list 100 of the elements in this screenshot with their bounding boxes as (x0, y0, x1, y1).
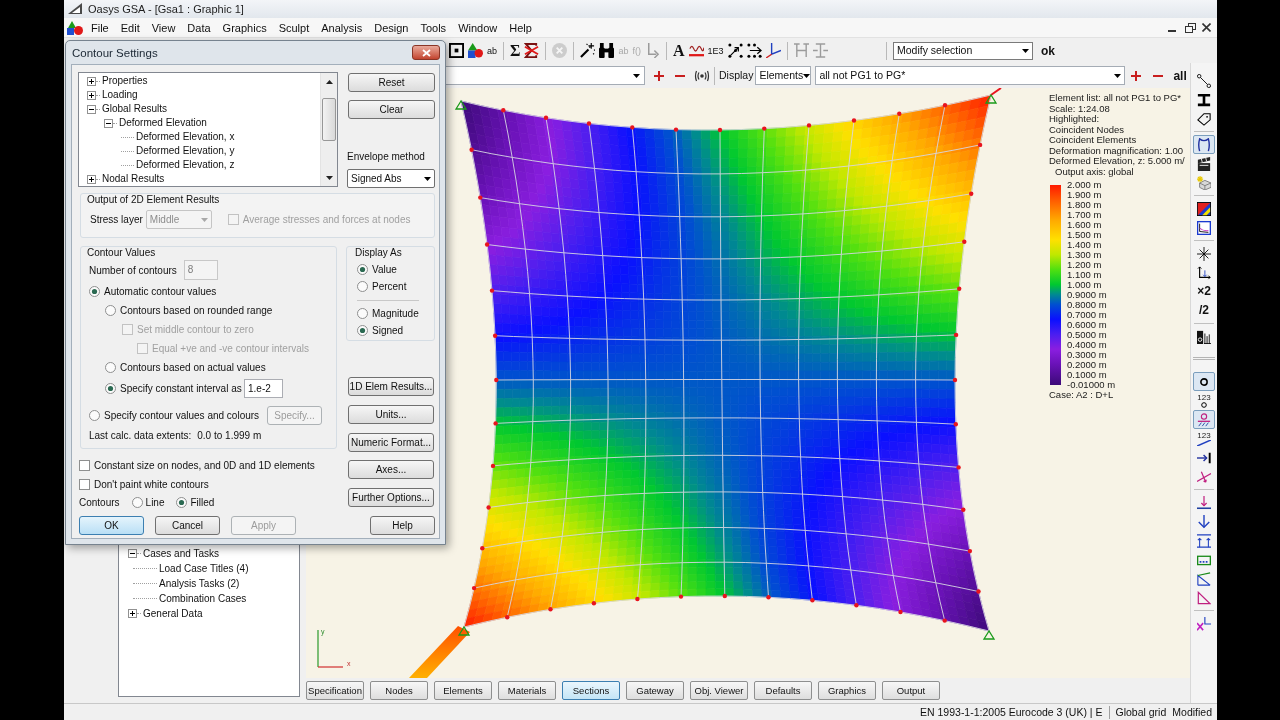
close-button[interactable] (412, 45, 440, 60)
tab[interactable]: Defaults (754, 681, 812, 700)
tree-item[interactable]: General Data (143, 606, 203, 621)
minus-icon[interactable] (675, 74, 685, 77)
plus-icon[interactable] (1131, 70, 1142, 81)
menu-item[interactable]: Graphics (216, 17, 273, 38)
tab[interactable]: Specification (306, 681, 364, 700)
tree-item[interactable]: Combination Cases (159, 591, 247, 606)
units-button[interactable]: Units... (348, 405, 434, 424)
clear-button[interactable]: Clear (348, 100, 435, 119)
tree-item[interactable]: Deformed Elevation, z (136, 158, 235, 172)
tree-item[interactable]: Cases and Tasks (143, 546, 219, 561)
tab[interactable]: Output (882, 681, 940, 700)
collapse-icon[interactable] (104, 118, 113, 128)
menu-item[interactable]: Sculpt (272, 17, 316, 38)
menu-item[interactable]: Help (503, 17, 538, 38)
radio-button[interactable] (105, 362, 116, 373)
menu-item[interactable]: View (145, 17, 182, 38)
toolbar-button[interactable]: 123 (1193, 429, 1215, 448)
radio-button[interactable] (89, 409, 100, 421)
expand-icon[interactable] (87, 76, 96, 86)
tab[interactable]: Materials (498, 681, 556, 700)
toolbar-button[interactable]: A (673, 40, 685, 61)
tree-item[interactable]: Load Case Titles (4) (159, 561, 249, 576)
radio-button[interactable] (131, 497, 143, 508)
help-button[interactable]: Help (370, 516, 435, 535)
elem-results-button[interactable]: 1D Elem Results... (348, 377, 434, 396)
radio-button[interactable] (357, 308, 368, 319)
axes-icon[interactable] (765, 43, 781, 58)
envelope-dropdown[interactable]: Signed Abs (347, 169, 435, 188)
toolbar-button[interactable]: /2 (1193, 301, 1215, 320)
dot-grid-arrow-icon[interactable] (727, 43, 743, 58)
tree-item[interactable]: Deformed Elevation, x (136, 130, 235, 144)
minus-icon[interactable] (1153, 74, 1164, 77)
tab[interactable]: Sections (562, 681, 620, 700)
toolbar-button[interactable]: Σ (510, 40, 521, 61)
expand-icon[interactable] (128, 609, 137, 618)
toolbar-button[interactable] (1193, 372, 1215, 391)
tab[interactable]: Obj. Viewer (690, 681, 748, 700)
dot-grid-arrow-icon[interactable] (746, 43, 762, 58)
tab[interactable]: Elements (434, 681, 492, 700)
list-dropdown[interactable]: all not PG1 to PG* (815, 66, 1126, 85)
radio-button[interactable] (105, 382, 116, 394)
scrollbar-thumb[interactable] (322, 98, 336, 141)
tree-item[interactable]: Nodal Results (102, 172, 165, 186)
close-icon[interactable] (1202, 23, 1211, 32)
tree-item[interactable]: Deformed Elevation (119, 116, 207, 130)
tab[interactable]: Graphics (818, 681, 876, 700)
radio-button[interactable] (89, 286, 100, 297)
tree-item[interactable]: Analysis Tasks (2) (159, 576, 240, 591)
tree-item[interactable]: Global Results (102, 102, 168, 116)
further-options-button[interactable]: Further Options... (348, 488, 434, 507)
ok-button[interactable]: ok (1041, 41, 1055, 60)
scroll-down-icon[interactable] (325, 175, 333, 180)
broadcast-icon[interactable] (694, 69, 710, 82)
expand-icon[interactable] (87, 90, 96, 100)
menu-item[interactable]: Analysis (315, 17, 369, 38)
minimize-icon[interactable] (1168, 29, 1176, 32)
toolbar-button[interactable] (1193, 135, 1215, 154)
numeric-format-button[interactable]: Numeric Format... (348, 433, 434, 452)
menu-item[interactable]: Data (181, 17, 217, 38)
toolbar-button[interactable]: 123 (1193, 391, 1215, 410)
interval-field[interactable]: 1.e-2 (244, 378, 283, 398)
toolbar-button[interactable]: ab (487, 40, 497, 61)
axes-button[interactable]: Axes... (348, 460, 434, 479)
all-button[interactable]: all (1173, 66, 1187, 85)
toolbar-button[interactable]: ×2 (1193, 282, 1215, 301)
menu-item[interactable]: Tools (414, 17, 453, 38)
checkbox[interactable] (79, 479, 90, 490)
selection-dropdown[interactable]: Modify selection (893, 41, 1033, 60)
plus-icon[interactable] (654, 70, 664, 81)
toolbar-button[interactable]: 1E3 (707, 40, 724, 61)
collapse-icon[interactable] (128, 549, 137, 558)
scroll-up-icon[interactable] (325, 79, 333, 84)
collapse-icon[interactable] (87, 104, 96, 114)
reset-button[interactable]: Reset (348, 73, 435, 92)
wand-icon[interactable] (580, 43, 596, 58)
ok-button[interactable]: OK (79, 516, 144, 535)
display-dropdown[interactable]: Elements (755, 66, 812, 85)
tree-item[interactable]: Properties (102, 74, 148, 88)
tree-item[interactable]: Deformed Elevation, y (136, 144, 235, 158)
binoculars-icon[interactable] (599, 43, 615, 58)
expand-icon[interactable] (87, 174, 96, 184)
radio-button[interactable] (357, 281, 368, 292)
menu-item[interactable]: Edit (114, 17, 146, 38)
tab[interactable]: Gateway (626, 681, 684, 700)
radio-button[interactable] (357, 264, 368, 275)
underline-icon[interactable] (688, 43, 704, 58)
menu-item[interactable]: File (85, 17, 115, 38)
radio-button[interactable] (105, 305, 116, 316)
tab[interactable]: Nodes (370, 681, 428, 700)
restore-icon[interactable] (1185, 22, 1196, 33)
checkbox[interactable] (79, 460, 90, 471)
menu-item[interactable]: Design (368, 17, 415, 38)
menu-item[interactable]: Window (452, 17, 504, 38)
tree-item[interactable]: Loading (102, 88, 138, 102)
radio-button[interactable] (176, 497, 188, 508)
radio-button[interactable] (357, 325, 368, 336)
cancel-button[interactable]: Cancel (155, 516, 220, 535)
shapes-icon[interactable] (468, 43, 483, 58)
